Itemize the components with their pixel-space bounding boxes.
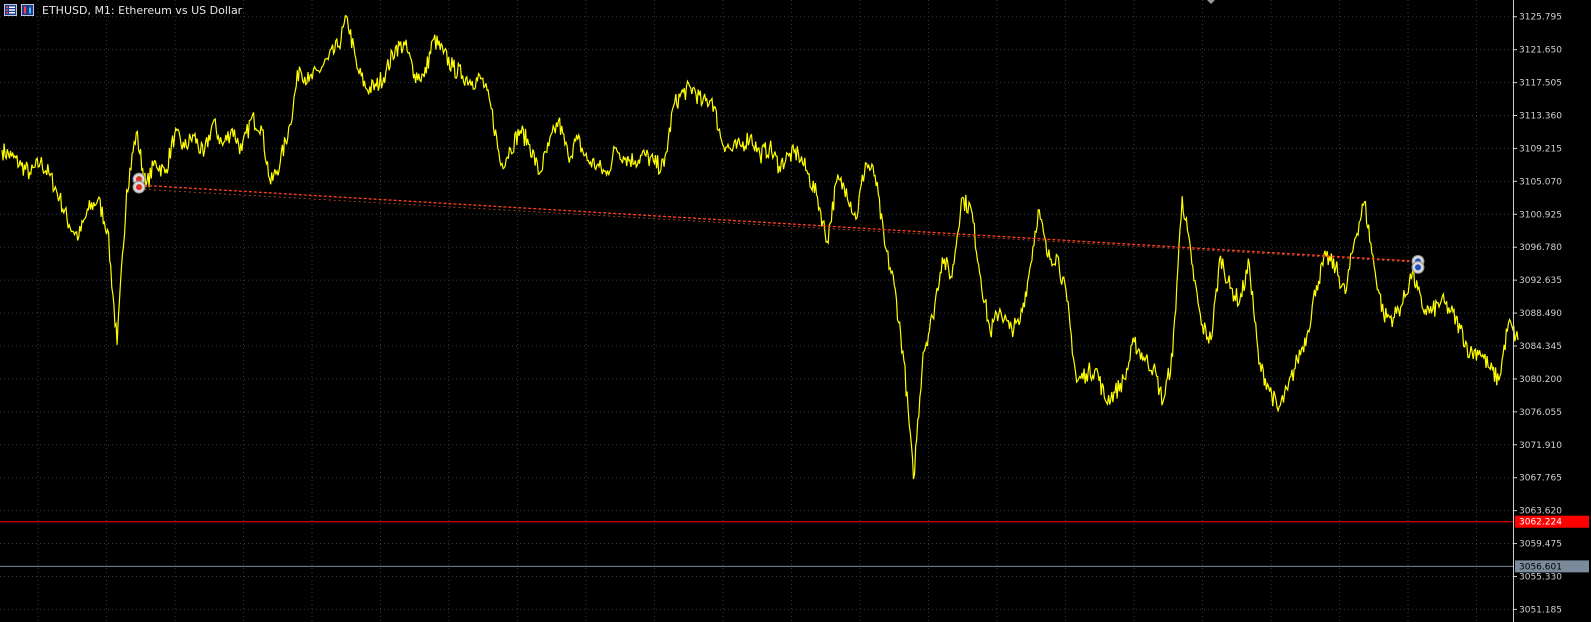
y-tick-label: 3059.475 xyxy=(1519,540,1562,550)
y-tick-label: 3100.925 xyxy=(1519,210,1562,220)
exit-marker-icon[interactable] xyxy=(1411,260,1425,274)
y-tick-label: 3092.635 xyxy=(1519,276,1562,286)
y-tick-label: 3067.765 xyxy=(1519,474,1562,484)
y-tick-label: 3076.055 xyxy=(1519,408,1562,418)
y-tick-label: 3051.185 xyxy=(1519,605,1562,615)
y-tick-label: 3105.070 xyxy=(1519,177,1562,187)
y-tick-label: 3063.620 xyxy=(1519,507,1562,517)
y-tick-label: 3055.330 xyxy=(1519,572,1562,582)
y-tick-label: 3096.780 xyxy=(1519,243,1562,253)
y-tick-label: 3109.215 xyxy=(1519,144,1562,154)
y-tick-label: 3117.505 xyxy=(1519,79,1562,89)
chart-header: ETHUSD, M1: Ethereum vs US Dollar xyxy=(4,2,242,18)
y-tick-label: 3121.650 xyxy=(1519,46,1562,56)
chart-list-icon[interactable] xyxy=(4,4,17,16)
exit-marker-icon-dot xyxy=(1415,264,1421,271)
level-line-badge-label: 3062.224 xyxy=(1519,518,1562,528)
chart-window[interactable]: 3125.795 3121.650 3117.505 3113.360 3109.215… xyxy=(0,0,1591,622)
entry-marker-icon[interactable] xyxy=(132,180,146,194)
chart-type-icon[interactable] xyxy=(21,4,34,16)
trade-markers[interactable] xyxy=(132,172,1425,274)
chart-grid xyxy=(0,0,1513,622)
price-axis[interactable]: 3125.795 3121.650 3117.505 3113.360 3109.215… xyxy=(1207,0,1589,622)
y-tick-label: 3084.345 xyxy=(1519,342,1562,352)
scroll-indicator-icon[interactable] xyxy=(1207,0,1215,4)
bid-line-badge-label: 3056.601 xyxy=(1519,562,1562,572)
y-tick-label: 3071.910 xyxy=(1519,441,1562,451)
chart-title: ETHUSD, M1: Ethereum vs US Dollar xyxy=(42,3,243,17)
entry-marker-icon-dot xyxy=(136,184,142,191)
trade-history-line-shadow xyxy=(138,188,1419,263)
y-tick-label: 3088.490 xyxy=(1519,309,1562,319)
trade-history-line[interactable] xyxy=(138,184,1419,263)
y-tick-label: 3080.200 xyxy=(1519,375,1562,385)
y-tick-label: 3125.795 xyxy=(1519,13,1562,23)
y-tick-label: 3113.360 xyxy=(1519,112,1562,122)
price-chart[interactable]: 3125.795 3121.650 3117.505 3113.360 3109.215… xyxy=(0,0,1591,622)
